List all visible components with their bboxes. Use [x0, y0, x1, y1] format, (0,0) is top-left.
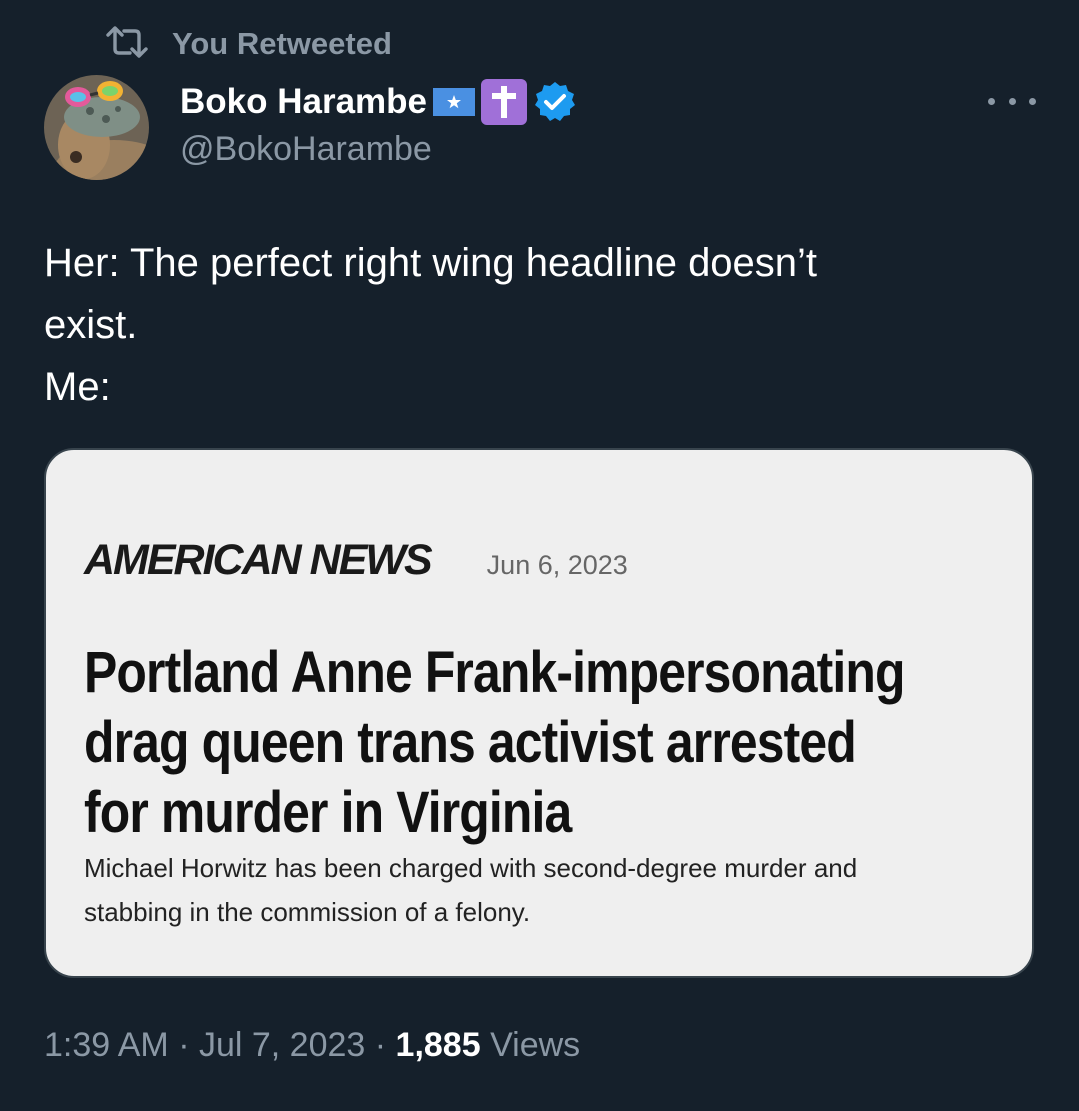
- flag-badge-icon: [433, 86, 476, 118]
- author-name[interactable]: Boko Harambe: [180, 82, 427, 122]
- tweet-meta: 1:39 AM · Jul 7, 2023 · 1,885 Views: [44, 1026, 580, 1065]
- headline-line: drag queen trans activist arrested: [84, 710, 857, 775]
- meta-separator: ·: [365, 1026, 396, 1064]
- author-handle[interactable]: @BokoHarambe: [180, 130, 432, 169]
- retweet-label: You Retweeted: [172, 26, 392, 61]
- author-name-row[interactable]: Boko Harambe: [180, 76, 577, 128]
- views-count[interactable]: 1,885: [396, 1026, 481, 1064]
- article-headline: Portland Anne Frank-impersonating drag q…: [84, 638, 905, 848]
- tweet-time[interactable]: 1:39 AM: [44, 1026, 169, 1064]
- more-options-icon[interactable]: [988, 86, 1036, 116]
- outlet-row: AMERICAN NEWS Jun 6, 2023: [84, 536, 628, 585]
- article-date: Jun 6, 2023: [486, 550, 628, 580]
- tweet-line: Me:: [44, 365, 111, 409]
- tweet-text: Her: The perfect right wing headline doe…: [44, 232, 1034, 418]
- tweet-line: Her: The perfect right wing headline doe…: [44, 241, 818, 285]
- meta-separator: ·: [168, 1026, 199, 1064]
- retweet-indicator: You Retweeted: [104, 22, 392, 66]
- dek-line: Michael Horwitz has been charged with se…: [84, 853, 858, 883]
- verified-badge-icon: [533, 80, 577, 124]
- views-label[interactable]: Views: [481, 1026, 580, 1064]
- headline-line: Portland Anne Frank-impersonating: [84, 640, 905, 705]
- attached-image-card[interactable]: AMERICAN NEWS Jun 6, 2023 Portland Anne …: [44, 448, 1034, 978]
- retweet-icon: [104, 25, 150, 64]
- avatar[interactable]: [44, 75, 149, 180]
- tweet-date[interactable]: Jul 7, 2023: [199, 1026, 365, 1064]
- tweet-line: exist.: [44, 303, 138, 347]
- dek-line: stabbing in the commission of a felony.: [84, 897, 531, 927]
- headline-line: for murder in Virginia: [84, 780, 572, 845]
- article-dek: Michael Horwitz has been charged with se…: [84, 846, 1004, 934]
- outlet-name: AMERICAN NEWS: [84, 536, 433, 584]
- cross-badge-icon: [481, 79, 528, 125]
